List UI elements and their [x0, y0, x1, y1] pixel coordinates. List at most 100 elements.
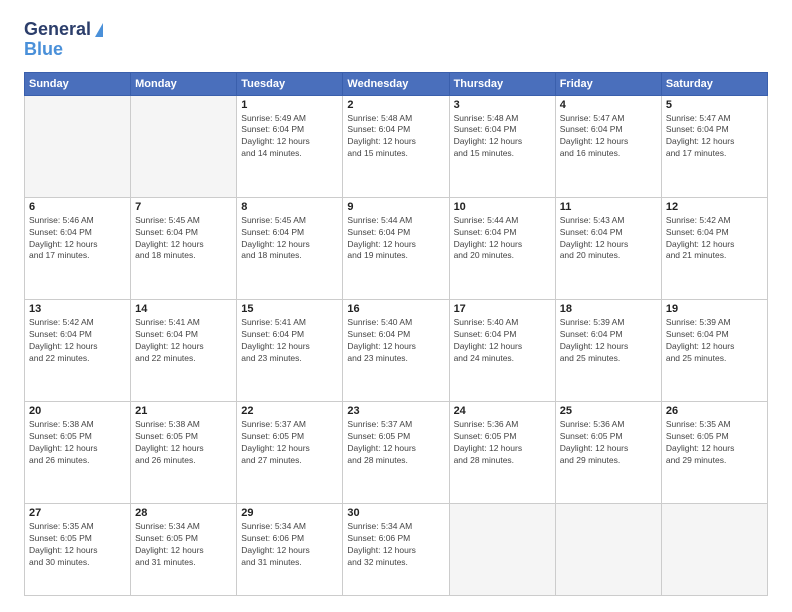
day-info: Sunrise: 5:44 AM Sunset: 6:04 PM Dayligh… — [347, 215, 444, 263]
day-number: 15 — [241, 303, 338, 315]
day-info: Sunrise: 5:36 AM Sunset: 6:05 PM Dayligh… — [560, 419, 657, 467]
day-info: Sunrise: 5:48 AM Sunset: 6:04 PM Dayligh… — [454, 113, 551, 161]
day-info: Sunrise: 5:39 AM Sunset: 6:04 PM Dayligh… — [560, 317, 657, 365]
day-info: Sunrise: 5:40 AM Sunset: 6:04 PM Dayligh… — [454, 317, 551, 365]
logo-general: General — [24, 20, 91, 40]
calendar-cell: 22Sunrise: 5:37 AM Sunset: 6:05 PM Dayli… — [237, 402, 343, 504]
calendar-cell — [661, 504, 767, 596]
day-number: 6 — [29, 201, 126, 213]
day-info: Sunrise: 5:37 AM Sunset: 6:05 PM Dayligh… — [347, 419, 444, 467]
calendar-cell — [555, 504, 661, 596]
calendar-cell: 19 Sunrise: 5:39 AM Sunset: 6:04 PM Dayli… — [661, 299, 767, 401]
weekday-header-row: SundayMondayTuesdayWednesdayThursdayFrid… — [25, 72, 768, 95]
calendar-row-1: 1 Sunrise: 5:49 AM Sunset: 6:04 PM Daylig… — [25, 95, 768, 197]
calendar-cell: 5Sunrise: 5:47 AM Sunset: 6:04 PM Daylig… — [661, 95, 767, 197]
day-number: 9 — [347, 201, 444, 213]
day-info: Sunrise: 5:47 AM Sunset: 6:04 PM Dayligh… — [666, 113, 763, 161]
calendar-cell: 4Sunrise: 5:47 AM Sunset: 6:04 PM Daylig… — [555, 95, 661, 197]
day-info: Sunrise: 5:35 AM Sunset: 6:05 PM Dayligh… — [29, 521, 126, 569]
calendar-cell: 21 Sunrise: 5:38 AM Sunset: 6:05 PM Dayli… — [131, 402, 237, 504]
calendar-cell: 6 Sunrise: 5:46 AM Sunset: 6:04 PM Daylig… — [25, 197, 131, 299]
weekday-header-tuesday: Tuesday — [237, 72, 343, 95]
day-number: 25 — [560, 405, 657, 417]
weekday-header-monday: Monday — [131, 72, 237, 95]
logo-triangle-icon — [95, 23, 103, 37]
day-number: 13 — [29, 303, 126, 315]
day-number: 19 — [666, 303, 763, 315]
day-number: 27 — [29, 507, 126, 519]
day-number: 16 — [347, 303, 444, 315]
day-info: Sunrise: 5:41 AM Sunset: 6:04 PM Dayligh… — [241, 317, 338, 365]
calendar-cell: 14 Sunrise: 5:41 AM Sunset: 6:04 PM Dayli… — [131, 299, 237, 401]
calendar-cell: 17 Sunrise: 5:40 AM Sunset: 6:04 PM Dayli… — [449, 299, 555, 401]
day-number: 22 — [241, 405, 338, 417]
day-info: Sunrise: 5:45 AM Sunset: 6:04 PM Dayligh… — [241, 215, 338, 263]
calendar-cell — [131, 95, 237, 197]
calendar-cell: 12 Sunrise: 5:42 AM Sunset: 6:04 PM Dayli… — [661, 197, 767, 299]
day-number: 10 — [454, 201, 551, 213]
calendar-cell: 24Sunrise: 5:36 AM Sunset: 6:05 PM Dayli… — [449, 402, 555, 504]
calendar-cell: 27 Sunrise: 5:35 AM Sunset: 6:05 PM Dayli… — [25, 504, 131, 596]
day-info: Sunrise: 5:41 AM Sunset: 6:04 PM Dayligh… — [135, 317, 232, 365]
day-number: 30 — [347, 507, 444, 519]
weekday-header-saturday: Saturday — [661, 72, 767, 95]
calendar-cell: 29Sunrise: 5:34 AM Sunset: 6:06 PM Dayli… — [237, 504, 343, 596]
day-info: Sunrise: 5:38 AM Sunset: 6:05 PM Dayligh… — [135, 419, 232, 467]
day-number: 14 — [135, 303, 232, 315]
day-number: 20 — [29, 405, 126, 417]
calendar-cell: 18 Sunrise: 5:39 AM Sunset: 6:04 PM Dayli… — [555, 299, 661, 401]
calendar-cell: 10 Sunrise: 5:44 AM Sunset: 6:04 PM Dayli… — [449, 197, 555, 299]
calendar-cell: 25 Sunrise: 5:36 AM Sunset: 6:05 PM Dayli… — [555, 402, 661, 504]
calendar-cell: 2Sunrise: 5:48 AM Sunset: 6:04 PM Daylig… — [343, 95, 449, 197]
day-info: Sunrise: 5:44 AM Sunset: 6:04 PM Dayligh… — [454, 215, 551, 263]
day-info: Sunrise: 5:34 AM Sunset: 6:06 PM Dayligh… — [241, 521, 338, 569]
weekday-header-thursday: Thursday — [449, 72, 555, 95]
calendar-cell: 28 Sunrise: 5:34 AM Sunset: 6:05 PM Dayli… — [131, 504, 237, 596]
calendar-cell: 26 Sunrise: 5:35 AM Sunset: 6:05 PM Dayli… — [661, 402, 767, 504]
day-number: 21 — [135, 405, 232, 417]
calendar-cell: 3 Sunrise: 5:48 AM Sunset: 6:04 PM Daylig… — [449, 95, 555, 197]
day-info: Sunrise: 5:34 AM Sunset: 6:06 PM Dayligh… — [347, 521, 444, 569]
day-number: 2 — [347, 99, 444, 111]
day-number: 3 — [454, 99, 551, 111]
day-info: Sunrise: 5:40 AM Sunset: 6:04 PM Dayligh… — [347, 317, 444, 365]
calendar-cell: 20 Sunrise: 5:38 AM Sunset: 6:05 PM Dayli… — [25, 402, 131, 504]
day-info: Sunrise: 5:45 AM Sunset: 6:04 PM Dayligh… — [135, 215, 232, 263]
calendar-cell: 15 Sunrise: 5:41 AM Sunset: 6:04 PM Dayli… — [237, 299, 343, 401]
calendar-cell: 7Sunrise: 5:45 AM Sunset: 6:04 PM Daylig… — [131, 197, 237, 299]
logo: General Blue — [24, 20, 103, 60]
day-info: Sunrise: 5:35 AM Sunset: 6:05 PM Dayligh… — [666, 419, 763, 467]
day-info: Sunrise: 5:42 AM Sunset: 6:04 PM Dayligh… — [29, 317, 126, 365]
day-number: 26 — [666, 405, 763, 417]
day-info: Sunrise: 5:34 AM Sunset: 6:05 PM Dayligh… — [135, 521, 232, 569]
calendar-cell: 8 Sunrise: 5:45 AM Sunset: 6:04 PM Daylig… — [237, 197, 343, 299]
calendar-cell: 1 Sunrise: 5:49 AM Sunset: 6:04 PM Daylig… — [237, 95, 343, 197]
calendar-cell: 9 Sunrise: 5:44 AM Sunset: 6:04 PM Daylig… — [343, 197, 449, 299]
calendar-cell: 23 Sunrise: 5:37 AM Sunset: 6:05 PM Dayli… — [343, 402, 449, 504]
weekday-header-wednesday: Wednesday — [343, 72, 449, 95]
weekday-header-sunday: Sunday — [25, 72, 131, 95]
day-number: 28 — [135, 507, 232, 519]
calendar-row-5: 27 Sunrise: 5:35 AM Sunset: 6:05 PM Dayli… — [25, 504, 768, 596]
calendar-row-4: 20 Sunrise: 5:38 AM Sunset: 6:05 PM Dayli… — [25, 402, 768, 504]
day-number: 18 — [560, 303, 657, 315]
day-info: Sunrise: 5:43 AM Sunset: 6:04 PM Dayligh… — [560, 215, 657, 263]
day-info: Sunrise: 5:49 AM Sunset: 6:04 PM Dayligh… — [241, 113, 338, 161]
day-info: Sunrise: 5:38 AM Sunset: 6:05 PM Dayligh… — [29, 419, 126, 467]
calendar-cell: 16 Sunrise: 5:40 AM Sunset: 6:04 PM Dayli… — [343, 299, 449, 401]
day-number: 1 — [241, 99, 338, 111]
calendar-row-3: 13 Sunrise: 5:42 AM Sunset: 6:04 PM Dayli… — [25, 299, 768, 401]
calendar-cell: 11 Sunrise: 5:43 AM Sunset: 6:04 PM Dayli… — [555, 197, 661, 299]
day-info: Sunrise: 5:46 AM Sunset: 6:04 PM Dayligh… — [29, 215, 126, 263]
day-number: 8 — [241, 201, 338, 213]
calendar-cell — [25, 95, 131, 197]
calendar-cell — [449, 504, 555, 596]
page: General Blue SundayMondayTuesdayWednesda… — [0, 0, 792, 612]
day-info: Sunrise: 5:39 AM Sunset: 6:04 PM Dayligh… — [666, 317, 763, 365]
day-number: 11 — [560, 201, 657, 213]
day-number: 23 — [347, 405, 444, 417]
day-number: 12 — [666, 201, 763, 213]
day-number: 17 — [454, 303, 551, 315]
calendar-table: SundayMondayTuesdayWednesdayThursdayFrid… — [24, 72, 768, 596]
day-info: Sunrise: 5:42 AM Sunset: 6:04 PM Dayligh… — [666, 215, 763, 263]
